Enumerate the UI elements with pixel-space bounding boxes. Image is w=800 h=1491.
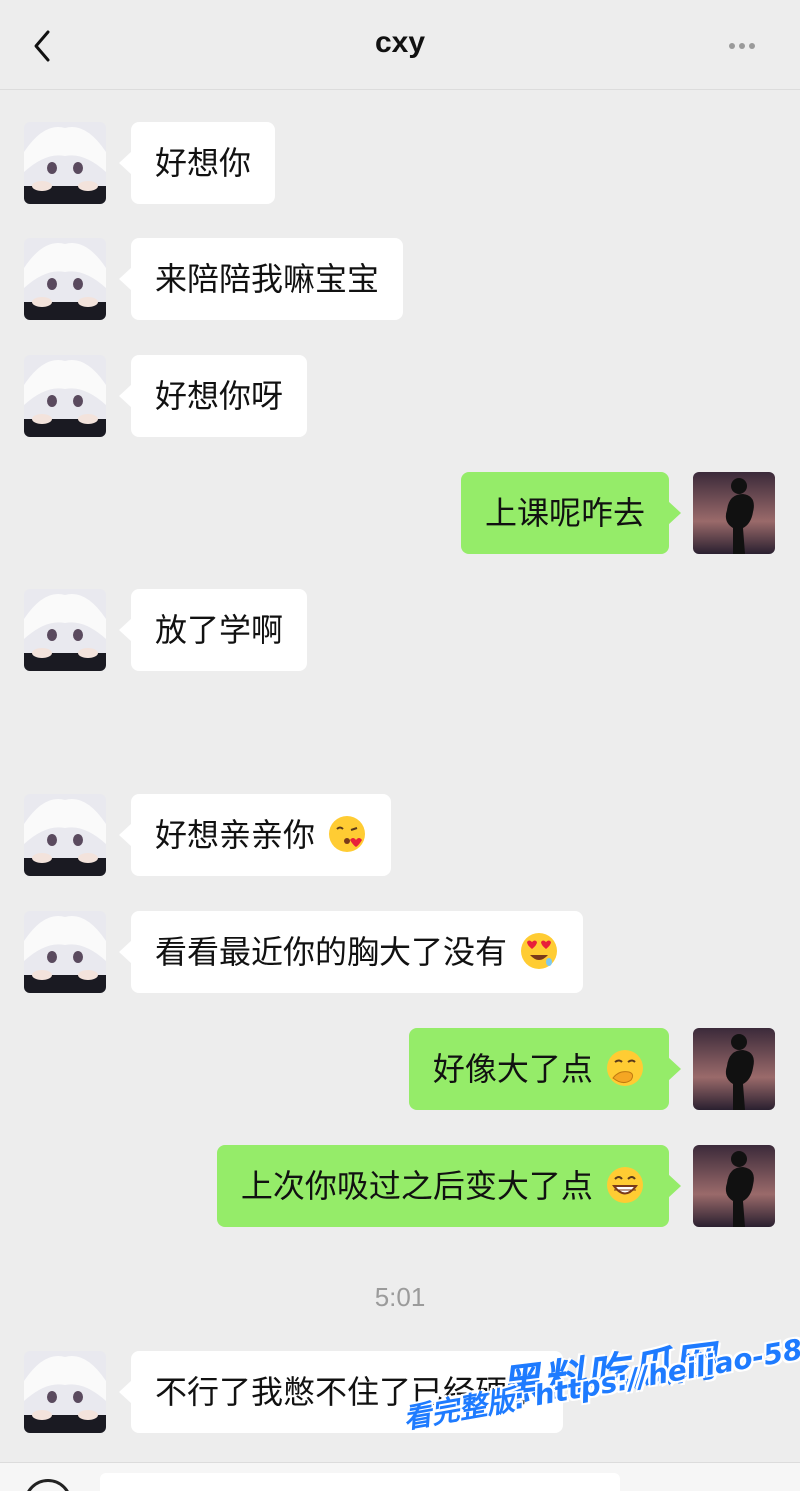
contact-avatar[interactable] <box>24 911 106 993</box>
message-text: 好像大了点 <box>432 1050 593 1088</box>
message-bubble[interactable]: 看看最近你的胸大了没有 <box>118 911 584 993</box>
contact-avatar[interactable] <box>24 589 106 671</box>
message-text: 来陪陪我嘛宝宝 <box>155 260 380 298</box>
kissing-heart-emoji <box>329 816 366 852</box>
message-text: 上次你吸过之后变大了点 <box>240 1167 593 1205</box>
contact-avatar[interactable] <box>24 1351 106 1433</box>
message-row: 上课呢咋去 <box>0 472 800 556</box>
message-row: 看看最近你的胸大了没有 <box>0 911 800 995</box>
message-text: 上课呢咋去 <box>484 494 645 532</box>
message-row: 上次你吸过之后变大了点 <box>0 1145 800 1229</box>
message-bubble[interactable]: 放了学啊 <box>118 589 308 671</box>
message-row: 好像大了点 <box>0 1028 800 1112</box>
message-text: 好想亲亲你 <box>155 816 316 854</box>
hand-over-mouth-emoji <box>607 1050 643 1086</box>
contact-avatar[interactable] <box>24 794 106 876</box>
message-row: 放了学啊 <box>0 589 800 673</box>
message-row: 好想你呀 <box>0 355 800 439</box>
message-row: 好想亲亲你 <box>0 794 800 878</box>
my-avatar[interactable] <box>693 472 775 554</box>
my-avatar[interactable] <box>693 1145 775 1227</box>
message-text: 看看最近你的胸大了没有 <box>155 933 508 971</box>
message-list[interactable]: 好想你 来陪陪我嘛宝宝 好想你呀 上课呢咋去 放了学啊 好想亲亲你 看看最近你的… <box>0 90 800 1460</box>
message-bubble[interactable]: 好想你呀 <box>118 355 308 437</box>
message-bubble[interactable]: 好像大了点 <box>408 1028 682 1110</box>
message-row: 好想你 <box>0 122 800 206</box>
contact-avatar[interactable] <box>24 122 106 204</box>
more-dots-icon[interactable] <box>728 40 756 52</box>
contact-avatar[interactable] <box>24 355 106 437</box>
message-bubble[interactable]: 上次你吸过之后变大了点 <box>216 1145 682 1227</box>
message-bubble[interactable]: 好想你 <box>118 122 276 204</box>
message-timestamp: 5:01 <box>374 1282 426 1312</box>
input-bar <box>0 1462 800 1491</box>
my-avatar[interactable] <box>693 1028 775 1110</box>
message-text: 好想你 <box>155 144 252 182</box>
message-row: 来陪陪我嘛宝宝 <box>0 238 800 322</box>
message-bubble[interactable]: 上课呢咋去 <box>460 472 682 554</box>
voice-icon[interactable] <box>24 1479 72 1491</box>
message-bubble[interactable]: 好想亲亲你 <box>118 794 392 876</box>
chat-title: cxy <box>374 26 426 59</box>
message-input[interactable] <box>100 1473 620 1491</box>
heart-eyes-emoji <box>521 933 558 969</box>
message-text: 放了学啊 <box>155 611 284 649</box>
contact-avatar[interactable] <box>24 238 106 320</box>
message-bubble[interactable]: 来陪陪我嘛宝宝 <box>118 238 404 320</box>
chat-header: cxy <box>0 0 800 90</box>
message-text: 好想你呀 <box>155 377 284 415</box>
grinning-emoji <box>607 1167 643 1203</box>
